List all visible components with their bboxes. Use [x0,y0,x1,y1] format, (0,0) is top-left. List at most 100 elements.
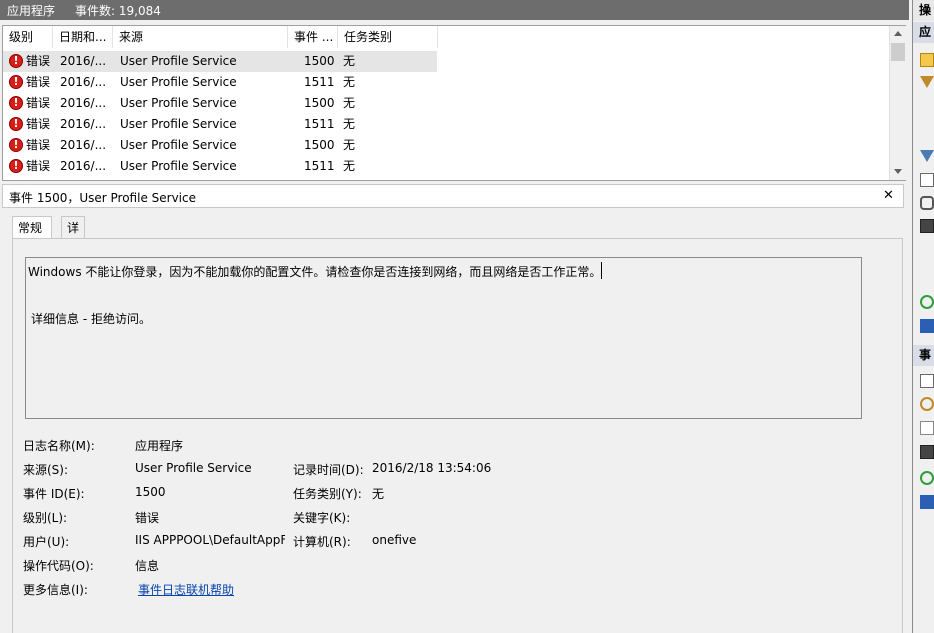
event-message-box[interactable]: Windows 不能让你登录，因为不能加载你的配置文件。请检查你是否连接到网络，… [25,257,862,419]
table-row[interactable]: 错误 2016/... User Profile Service 1511 无 [3,114,437,135]
row-event-id: 1500 [304,96,335,110]
row-task: 无 [343,138,356,152]
scroll-down-icon[interactable] [894,169,902,174]
row-date: 2016/... [60,96,107,110]
column-header-task-category[interactable]: 任务类别 [338,26,438,48]
user-label: 用户(U): [23,535,70,549]
row-task: 无 [343,96,356,110]
user-value: IIS APPPOOL\DefaultAppF [135,533,285,547]
row-level: 错误 [26,96,51,110]
keywords-label: 关键字(K): [293,511,351,525]
log-name-label: 日志名称(M): [23,439,95,453]
more-info-label: 更多信息(I): [23,583,88,597]
source-value: User Profile Service [135,461,252,475]
table-row[interactable]: 错误 2016/... User Profile Service 1511 无 [3,72,437,93]
filter-icon[interactable] [920,76,934,88]
table-row[interactable]: 错误 2016/... User Profile Service 1500 无 [3,51,437,72]
log-title-bar: 应用程序 事件数: 19,084 [0,0,909,20]
main-pane: 应用程序 事件数: 19,084 级别 日期和... 来源 事件 ... 任务类… [0,0,909,633]
row-date: 2016/... [60,75,107,89]
tab-details[interactable]: 详细信息 [61,216,86,301]
close-icon[interactable]: ✕ [883,188,894,203]
event-properties-icon[interactable] [920,374,934,388]
find-icon[interactable] [920,196,934,210]
save-icon[interactable] [920,445,934,459]
logged-label: 记录时间(D): [293,463,364,477]
event-id-value: 1500 [135,485,166,499]
list-scrollbar[interactable] [889,26,906,180]
message-line-2: 详细信息 - 拒绝访问。 [31,312,151,326]
row-source: User Profile Service [120,75,237,89]
detail-title: 事件 1500，User Profile Service [9,191,196,205]
error-icon [9,73,23,91]
opcode-label: 操作代码(O): [23,559,94,573]
task-category-label: 任务类别(Y): [293,487,362,501]
column-header-level[interactable]: 级别 [3,26,53,48]
task-category-value: 无 [372,487,385,501]
message-line-1: Windows 不能让你登录，因为不能加载你的配置文件。请检查你是否连接到网络，… [28,265,602,279]
row-date: 2016/... [60,138,107,152]
source-label: 来源(S): [23,463,69,477]
refresh-icon[interactable] [920,295,934,309]
row-source: User Profile Service [120,54,237,68]
column-header-event-id[interactable]: 事件 ... [288,26,338,48]
table-row[interactable]: 错误 2016/... User Profile Service 1500 无 [3,135,437,156]
logged-value: 2016/2/18 13:54:06 [372,461,492,475]
row-level: 错误 [26,117,51,131]
event-count: 事件数: 19,084 [75,4,161,18]
actions-pane: 操作 应 事 [912,0,934,633]
refresh-icon[interactable] [920,471,934,485]
help-icon[interactable] [920,495,934,509]
row-event-id: 1511 [304,159,335,173]
filter-icon[interactable] [920,150,934,162]
computer-value: onefive [372,533,417,547]
error-icon [9,136,23,154]
table-row[interactable]: 错误 2016/... User Profile Service 1500 无 [3,93,437,114]
event-list[interactable]: 级别 日期和... 来源 事件 ... 任务类别 错误 2016/... Use… [2,25,906,181]
row-source: User Profile Service [120,138,237,152]
column-header-source[interactable]: 来源 [113,26,288,48]
tab-general[interactable]: 常规 [12,216,52,239]
row-date: 2016/... [60,159,107,173]
actions-section-log[interactable]: 应 [913,22,934,43]
column-header-date[interactable]: 日期和... [53,26,113,48]
event-id-label: 事件 ID(E): [23,487,85,501]
actions-header: 操作 [913,0,934,21]
table-row[interactable]: 错误 2016/... User Profile Service 1511 无 [3,156,437,177]
open-folder-icon[interactable] [920,53,934,67]
row-event-id: 1500 [304,138,335,152]
error-icon [9,52,23,70]
error-icon [9,157,23,175]
level-value: 错误 [135,511,160,525]
log-name-value: 应用程序 [135,439,184,453]
attach-task-icon[interactable] [920,397,934,411]
scroll-thumb[interactable] [891,43,905,61]
level-label: 级别(L): [23,511,68,525]
help-icon[interactable] [920,319,934,333]
scroll-up-icon[interactable] [894,31,902,36]
row-date: 2016/... [60,54,107,68]
copy-icon[interactable] [920,421,934,435]
row-event-id: 1511 [304,75,335,89]
error-icon [9,94,23,112]
row-level: 错误 [26,159,51,173]
actions-section-event[interactable]: 事 [913,345,934,366]
row-task: 无 [343,159,356,173]
row-event-id: 1511 [304,117,335,131]
row-source: User Profile Service [120,159,237,173]
row-source: User Profile Service [120,117,237,131]
event-log-online-help-link[interactable]: 事件日志联机帮助 [138,581,234,598]
detail-header: 事件 1500，User Profile Service ✕ [2,184,904,208]
row-task: 无 [343,54,356,68]
error-icon [9,115,23,133]
row-task: 无 [343,75,356,89]
log-title: 应用程序 [7,4,56,18]
row-level: 错误 [26,54,51,68]
row-source: User Profile Service [120,96,237,110]
opcode-value: 信息 [135,559,160,573]
row-level: 错误 [26,75,51,89]
save-icon[interactable] [920,219,934,233]
properties-icon[interactable] [920,173,934,187]
computer-label: 计算机(R): [293,535,351,549]
row-date: 2016/... [60,117,107,131]
